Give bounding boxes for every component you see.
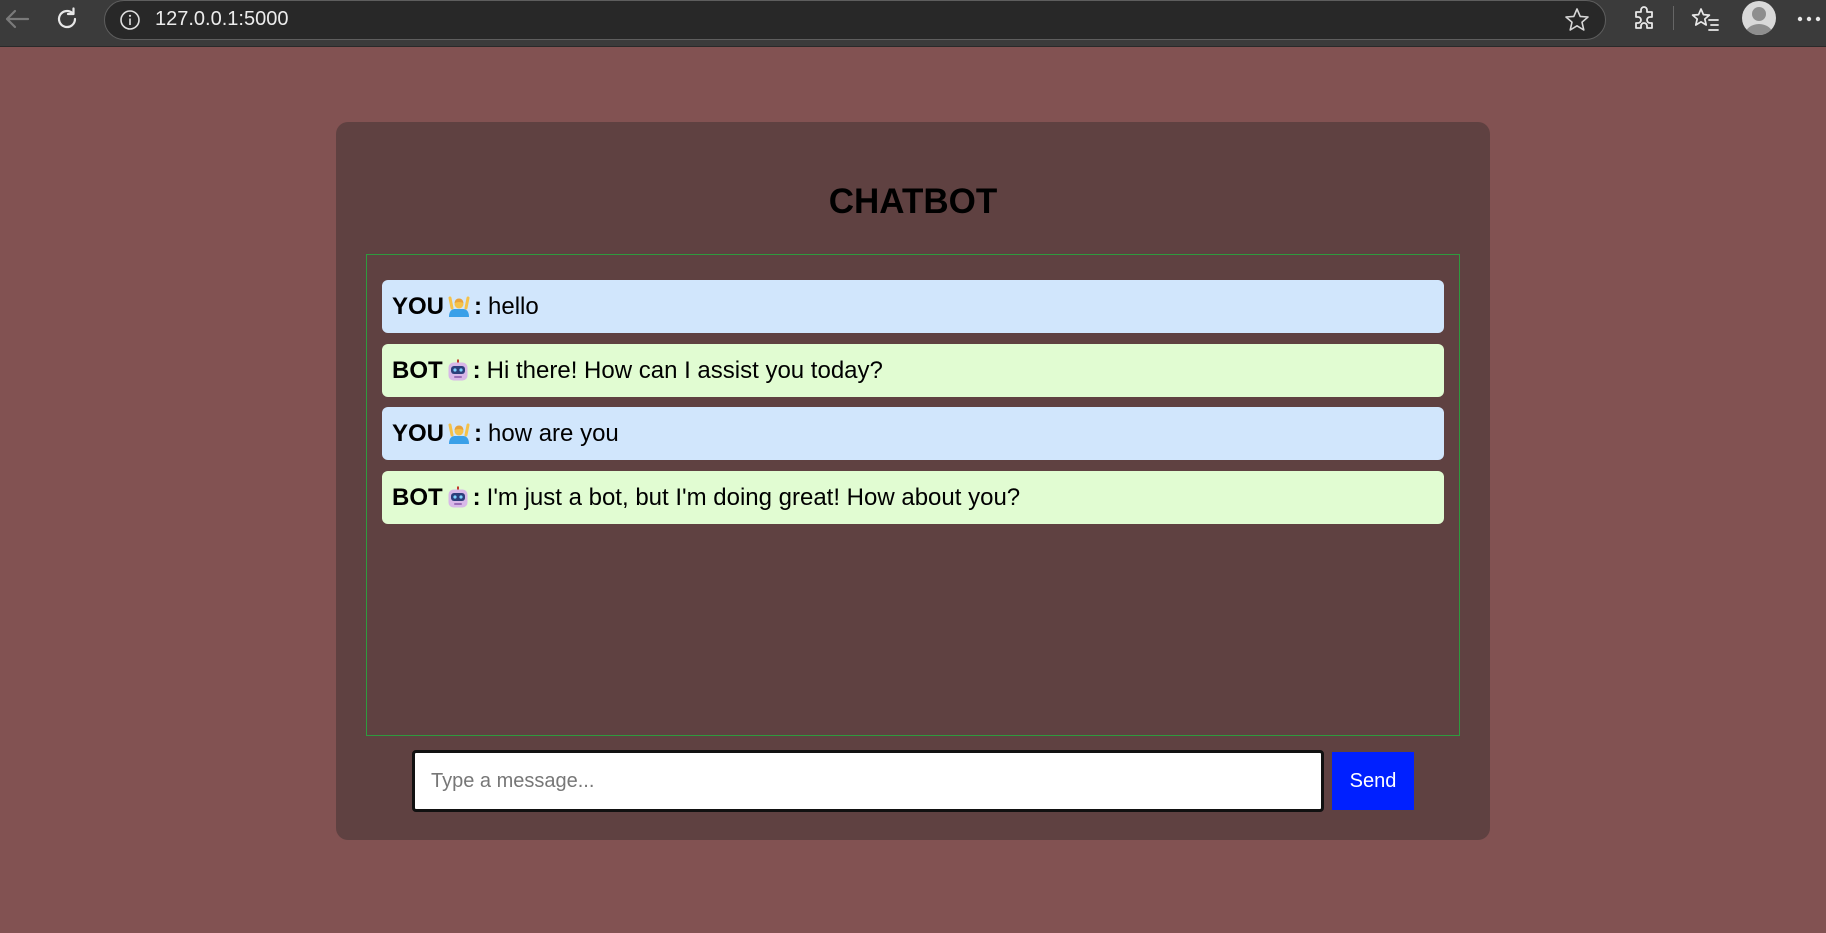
chat-message-user: YOU : how are you (382, 407, 1444, 460)
site-info-icon[interactable] (119, 9, 141, 31)
url-text: 127.0.0.1:5000 (155, 8, 289, 30)
message-input-row: Send (336, 750, 1490, 812)
profile-avatar-icon[interactable] (1742, 1, 1776, 35)
send-button[interactable]: Send (1332, 752, 1414, 810)
message-separator: : (474, 419, 483, 447)
person-raising-hands-icon (447, 295, 471, 319)
toolbar-divider (1673, 6, 1674, 30)
message-text: hello (488, 292, 539, 320)
chat-message-bot: BOT : Hi there! How can I assist you tod… (382, 344, 1444, 397)
chat-log[interactable]: YOU : hello BOT : Hi there! How can I as… (366, 254, 1460, 736)
sender-label: BOT (392, 483, 443, 511)
message-separator: : (474, 292, 483, 320)
chat-message-user: YOU : hello (382, 280, 1444, 333)
reload-icon[interactable] (50, 2, 84, 36)
favorite-star-icon[interactable] (1563, 6, 1591, 34)
message-separator: : (472, 483, 481, 511)
favorites-icon[interactable] (1688, 2, 1722, 36)
message-text: how are you (488, 419, 619, 447)
chat-container: CHATBOT YOU : hello BOT : Hi there! How … (336, 122, 1490, 840)
robot-face-icon (446, 486, 470, 510)
sender-label: YOU (392, 292, 445, 320)
address-bar[interactable]: 127.0.0.1:5000 (104, 0, 1606, 40)
message-separator: : (472, 356, 481, 384)
page-title: CHATBOT (828, 182, 998, 221)
sender-label: BOT (392, 356, 443, 384)
more-options-icon[interactable] (1792, 2, 1826, 36)
extensions-icon[interactable] (1627, 2, 1661, 36)
sender-label: YOU (392, 419, 445, 447)
browser-toolbar: 127.0.0.1:5000 (0, 0, 1826, 47)
person-raising-hands-icon (447, 422, 471, 446)
robot-face-icon (446, 359, 470, 383)
message-text: I'm just a bot, but I'm doing great! How… (486, 483, 1021, 511)
message-text: Hi there! How can I assist you today? (486, 356, 883, 384)
message-input[interactable] (412, 750, 1324, 812)
chat-message-bot: BOT : I'm just a bot, but I'm doing grea… (382, 471, 1444, 524)
back-arrow-icon[interactable] (0, 2, 34, 36)
